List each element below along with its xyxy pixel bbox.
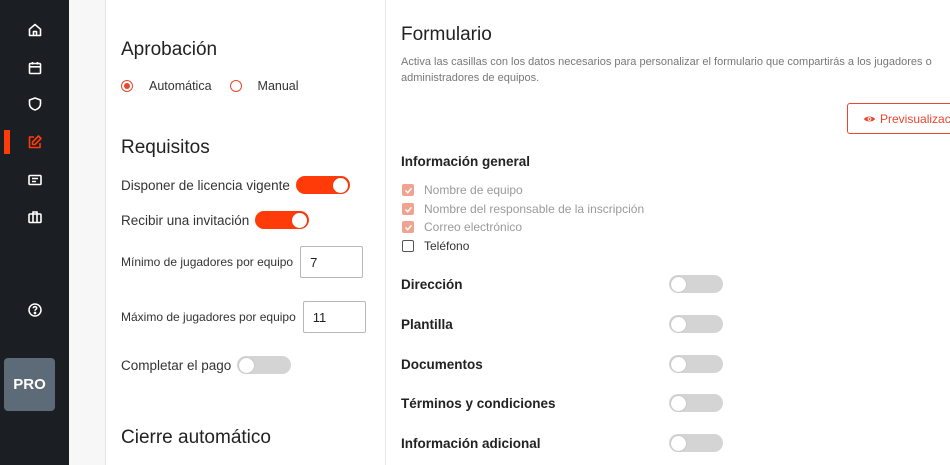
option-row-direccion: Dirección: [401, 274, 723, 294]
option-toggle-adicional[interactable]: [669, 434, 723, 452]
content-gutter: [69, 0, 106, 465]
toggle-knob: [292, 212, 308, 228]
option-toggle-plantilla[interactable]: [669, 315, 723, 333]
check-row-responsable: Nombre del responsable de la inscripción: [402, 202, 644, 216]
toggle-knob: [671, 435, 686, 451]
calendar-icon: [28, 62, 41, 75]
option-toggle-documentos[interactable]: [669, 355, 723, 373]
max-players-input[interactable]: [302, 301, 366, 333]
home-icon: [28, 23, 41, 37]
shield-icon: [28, 97, 41, 111]
sidebar-item-help[interactable]: [0, 297, 69, 323]
edit-icon: [28, 135, 42, 149]
invitacion-row: Recibir una invitación: [121, 211, 310, 229]
aprobacion-title: Aprobación: [121, 39, 218, 60]
sidebar-item-home[interactable]: [0, 17, 69, 43]
check-row-telefono: Teléfono: [402, 239, 469, 253]
option-label-documentos: Documentos: [401, 356, 483, 372]
option-label-terminos: Términos y condiciones: [401, 395, 556, 411]
sidebar-item-id-card[interactable]: [0, 167, 69, 193]
preview-button[interactable]: Previsualizaci: [847, 103, 950, 134]
check-label-nombre-equipo: Nombre de equipo: [424, 183, 523, 197]
min-players-input[interactable]: [300, 246, 364, 278]
option-row-terminos: Términos y condiciones: [401, 393, 723, 413]
checkbox-responsable[interactable]: [402, 203, 414, 215]
sidebar-item-calendar[interactable]: [0, 55, 69, 81]
general-info-title: Información general: [401, 154, 531, 169]
licencia-toggle[interactable]: [295, 176, 350, 194]
formulario-description: Activa las casillas con los datos necesa…: [401, 56, 932, 84]
aprobacion-options: Automática Manual: [121, 79, 317, 93]
id-card-icon: [27, 174, 42, 186]
requisitos-title: Requisitos: [121, 137, 210, 158]
option-label-direccion: Dirección: [401, 276, 463, 292]
radio-manual-label: Manual: [257, 79, 299, 93]
check-label-telefono: Teléfono: [424, 239, 470, 253]
settings-panel: Aprobación Automática Manual Requisitos …: [106, 0, 386, 465]
radio-automatica-label: Automática: [149, 79, 212, 93]
check-label-correo: Correo electrónico: [424, 220, 523, 234]
sidebar-item-edit[interactable]: [0, 129, 69, 155]
form-panel: Formulario Activa las casillas con los d…: [387, 0, 950, 465]
check-row-nombre-equipo: Nombre de equipo: [402, 183, 523, 197]
min-players-row: Mínimo de jugadores por equipo: [121, 246, 364, 278]
check-icon: [404, 224, 412, 231]
checkbox-nombre-equipo[interactable]: [402, 184, 414, 196]
licencia-label: Disponer de licencia vigente: [121, 177, 290, 193]
invitacion-label: Recibir una invitación: [121, 212, 250, 228]
check-icon: [404, 206, 412, 213]
pago-row: Completar el pago: [121, 356, 292, 374]
option-toggle-terminos[interactable]: [669, 394, 723, 412]
check-row-correo: Correo electrónico: [402, 220, 522, 234]
sidebar-item-shield[interactable]: [0, 91, 69, 117]
min-players-label: Mínimo de jugadores por equipo: [121, 255, 294, 269]
option-row-plantilla: Plantilla: [401, 314, 723, 334]
option-toggle-direccion[interactable]: [669, 275, 723, 293]
preview-button-label: Previsualizaci: [880, 111, 950, 126]
checkbox-telefono[interactable]: [402, 240, 414, 252]
pago-label: Completar el pago: [121, 357, 232, 373]
max-players-row: Máximo de jugadores por equipo: [121, 301, 366, 333]
radio-manual[interactable]: [229, 80, 242, 92]
option-row-adicional: Información adicional: [401, 433, 723, 453]
check-icon: [404, 187, 412, 194]
pago-toggle[interactable]: [237, 356, 292, 374]
cierre-title: Cierre automático: [121, 427, 271, 448]
radio-automatica[interactable]: [121, 80, 133, 92]
toggle-knob: [239, 357, 255, 373]
licencia-row: Disponer de licencia vigente: [121, 176, 350, 194]
toggle-knob: [671, 356, 686, 372]
sidebar-item-briefcase[interactable]: [0, 204, 69, 230]
briefcase-icon: [27, 211, 42, 224]
toggle-knob: [671, 276, 686, 292]
sidebar: PRO: [0, 0, 69, 465]
toggle-knob: [332, 177, 348, 193]
check-label-responsable: Nombre del responsable de la inscripción: [424, 202, 645, 216]
eye-icon: [863, 116, 876, 121]
invitacion-toggle[interactable]: [255, 211, 310, 229]
option-label-adicional: Información adicional: [401, 435, 541, 451]
option-label-plantilla: Plantilla: [401, 316, 453, 332]
toggle-knob: [671, 395, 686, 411]
checkbox-correo[interactable]: [402, 221, 414, 233]
help-icon: [27, 303, 42, 317]
option-row-documentos: Documentos: [401, 354, 723, 374]
formulario-title: Formulario: [401, 24, 492, 45]
toggle-knob: [671, 316, 686, 332]
max-players-label: Máximo de jugadores por equipo: [121, 310, 296, 324]
pro-badge[interactable]: PRO: [4, 358, 55, 411]
